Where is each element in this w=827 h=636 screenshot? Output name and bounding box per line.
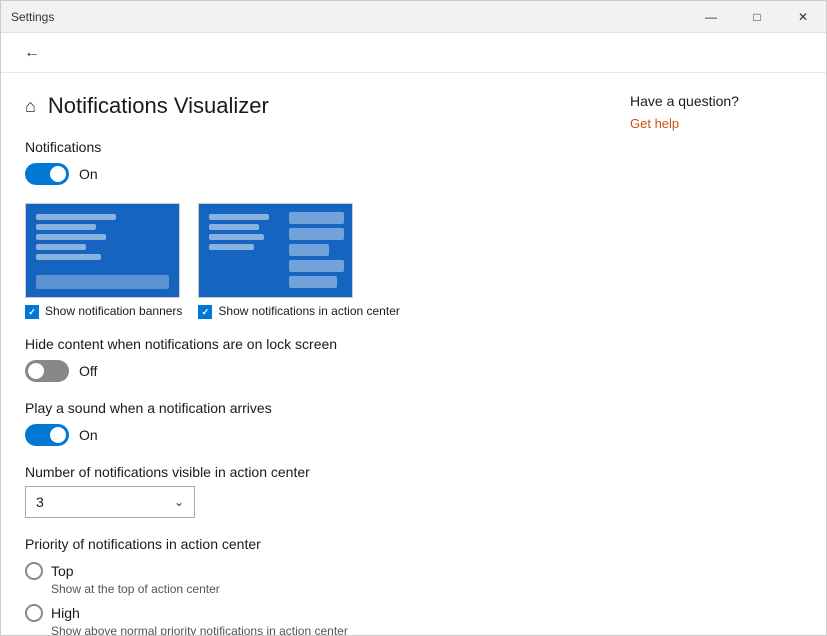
thumbnail-action-center: Show notifications in action center bbox=[198, 203, 399, 320]
notif-line bbox=[36, 224, 96, 230]
right-bar bbox=[289, 244, 329, 256]
thumbnail-banners: Show notification banners bbox=[25, 203, 182, 320]
right-bar bbox=[289, 228, 344, 240]
notifications-count-dropdown[interactable]: 3 ⌄ bbox=[25, 486, 195, 518]
dropdown-label: Number of notifications visible in actio… bbox=[25, 464, 582, 480]
radio-row-high: High bbox=[25, 604, 582, 622]
priority-radio-group: Priority of notifications in action cent… bbox=[25, 536, 582, 635]
notif-lines-left bbox=[36, 214, 116, 260]
right-panel: Have a question? Get help bbox=[606, 73, 826, 635]
lock-screen-toggle-label: Off bbox=[79, 363, 97, 379]
window: Settings — □ ✕ ← ⌂ Notifications Visuali… bbox=[0, 0, 827, 636]
thumbnail-banners-checkbox-row: Show notification banners bbox=[25, 304, 182, 320]
page-header: ⌂ Notifications Visualizer bbox=[25, 93, 582, 119]
page-title: Notifications Visualizer bbox=[48, 93, 269, 119]
lock-screen-section: Hide content when notifications are on l… bbox=[25, 336, 582, 382]
notifications-toggle-label: On bbox=[79, 166, 98, 182]
notif-line bbox=[36, 234, 106, 240]
get-help-link[interactable]: Get help bbox=[630, 116, 679, 131]
notif-line bbox=[209, 224, 259, 230]
notifications-toggle-container: On bbox=[25, 163, 582, 185]
content-area: ⌂ Notifications Visualizer Notifications… bbox=[1, 73, 826, 635]
notifications-toggle-thumb bbox=[50, 166, 66, 182]
window-title: Settings bbox=[11, 10, 54, 24]
priority-group-label: Priority of notifications in action cent… bbox=[25, 536, 582, 552]
radio-high-label: High bbox=[51, 605, 80, 621]
dropdown-value: 3 bbox=[36, 494, 44, 510]
minimize-button[interactable]: — bbox=[688, 1, 734, 33]
lock-screen-toggle-thumb bbox=[28, 363, 44, 379]
sound-toggle-container: On bbox=[25, 424, 582, 446]
notifications-label: Notifications bbox=[25, 139, 582, 155]
radio-row-top: Top bbox=[25, 562, 582, 580]
notif-line bbox=[209, 234, 264, 240]
sound-label: Play a sound when a notification arrives bbox=[25, 400, 582, 416]
close-button[interactable]: ✕ bbox=[780, 1, 826, 33]
right-bar bbox=[289, 260, 344, 272]
radio-top-desc: Show at the top of action center bbox=[51, 582, 582, 596]
notif-line bbox=[36, 244, 86, 250]
sound-toggle-label: On bbox=[79, 427, 98, 443]
notif-lines-right-left bbox=[209, 214, 269, 250]
radio-top-label: Top bbox=[51, 563, 74, 579]
home-icon: ⌂ bbox=[25, 96, 36, 117]
notif-line bbox=[209, 244, 254, 250]
help-question: Have a question? bbox=[630, 93, 802, 109]
dropdown-container: Number of notifications visible in actio… bbox=[25, 464, 582, 518]
notif-line bbox=[209, 214, 269, 220]
thumbnail-action-center-img bbox=[198, 203, 353, 298]
title-bar-controls: — □ ✕ bbox=[688, 1, 826, 33]
thumbnail-banners-img bbox=[25, 203, 180, 298]
thumbnail-action-center-checkbox-row: Show notifications in action center bbox=[198, 304, 399, 320]
radio-high[interactable] bbox=[25, 604, 43, 622]
banners-checkbox-label: Show notification banners bbox=[45, 304, 182, 320]
lock-screen-toggle[interactable] bbox=[25, 360, 69, 382]
lock-screen-toggle-container: Off bbox=[25, 360, 582, 382]
title-bar-left: Settings bbox=[11, 10, 54, 24]
action-center-checkbox[interactable] bbox=[198, 305, 212, 319]
radio-item-top: Top Show at the top of action center bbox=[25, 562, 582, 596]
banners-checkbox[interactable] bbox=[25, 305, 39, 319]
nav-bar: ← bbox=[1, 33, 826, 73]
notif-bottom-bar bbox=[36, 275, 169, 289]
title-bar: Settings — □ ✕ bbox=[1, 1, 826, 33]
maximize-button[interactable]: □ bbox=[734, 1, 780, 33]
lock-screen-label: Hide content when notifications are on l… bbox=[25, 336, 582, 352]
sound-toggle-thumb bbox=[50, 427, 66, 443]
radio-high-desc: Show above normal priority notifications… bbox=[51, 624, 582, 635]
right-notif-bars bbox=[289, 212, 344, 288]
notif-line bbox=[36, 214, 116, 220]
radio-item-high: High Show above normal priority notifica… bbox=[25, 604, 582, 635]
main-content: ⌂ Notifications Visualizer Notifications… bbox=[1, 73, 606, 635]
thumbnails-row: Show notification banners bbox=[25, 203, 582, 320]
right-bar bbox=[289, 212, 344, 224]
action-center-checkbox-label: Show notifications in action center bbox=[218, 304, 399, 320]
right-bar bbox=[289, 276, 337, 288]
chevron-down-icon: ⌄ bbox=[174, 495, 184, 509]
notif-line bbox=[36, 254, 101, 260]
radio-top[interactable] bbox=[25, 562, 43, 580]
sound-toggle[interactable] bbox=[25, 424, 69, 446]
back-button[interactable]: ← bbox=[17, 38, 47, 68]
notifications-toggle[interactable] bbox=[25, 163, 69, 185]
notifications-section: Notifications On bbox=[25, 139, 582, 185]
sound-section: Play a sound when a notification arrives… bbox=[25, 400, 582, 446]
